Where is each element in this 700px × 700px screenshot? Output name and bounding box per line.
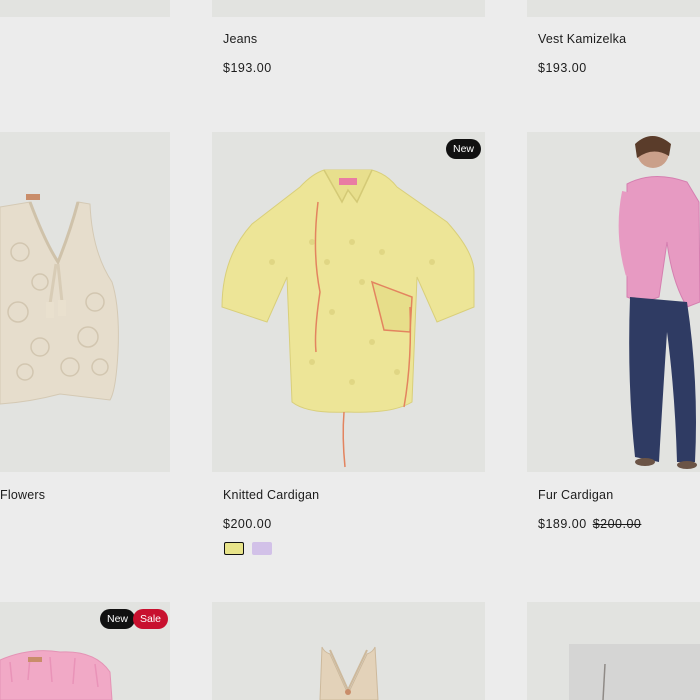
product-image-row1-col1[interactable] xyxy=(0,0,170,17)
brand-label xyxy=(339,178,357,185)
product-image-row3-col3[interactable] xyxy=(527,602,700,700)
product-image-vest-kamizelka[interactable] xyxy=(527,0,700,17)
product-price-vest-kamizelka: $193.00 xyxy=(538,61,587,75)
product-price-knitted-cardigan: $200.00 xyxy=(223,517,272,531)
product-name-fur-cardigan[interactable]: Fur Cardigan xyxy=(538,488,613,502)
product-name-flowers[interactable]: Flowers xyxy=(0,488,45,502)
product-name-knitted-cardigan[interactable]: Knitted Cardigan xyxy=(223,488,319,502)
price-current: $193.00 xyxy=(223,61,272,75)
fur-cardigan-photo xyxy=(618,136,700,469)
product-image-row3-col2[interactable] xyxy=(212,602,485,700)
price-current: $200.00 xyxy=(223,517,272,531)
badge-sale: Sale xyxy=(133,609,169,629)
beige-top-photo xyxy=(319,646,379,700)
product-name-jeans[interactable]: Jeans xyxy=(223,32,257,46)
product-name-vest-kamizelka[interactable]: Vest Kamizelka xyxy=(538,32,626,46)
product-grid: Jeans $193.00 Vest Kamizelka $193.00 Flo… xyxy=(0,0,700,700)
product-image-fur-cardigan[interactable] xyxy=(527,132,700,472)
brand-label xyxy=(26,194,40,200)
knitted-cardigan-photo xyxy=(221,169,475,468)
price-current: $193.00 xyxy=(538,61,587,75)
product-image-flowers[interactable] xyxy=(0,132,170,472)
price-compare-at: $200.00 xyxy=(592,517,642,531)
product-image-knitted-cardigan[interactable] xyxy=(212,132,485,472)
brand-label xyxy=(28,657,42,662)
color-swatch-yellow[interactable] xyxy=(224,542,244,555)
crochet-vest-photo xyxy=(0,194,119,405)
badge-new: New xyxy=(100,609,136,629)
product-price-fur-cardigan: $189.00 $200.00 xyxy=(538,517,641,531)
color-swatch-lavender[interactable] xyxy=(252,542,272,555)
product-price-jeans: $193.00 xyxy=(223,61,272,75)
badge-new: New xyxy=(446,139,482,159)
price-current: $189.00 xyxy=(538,517,587,531)
gray-backdrop-photo xyxy=(569,644,700,700)
product-image-jeans[interactable] xyxy=(212,0,485,17)
